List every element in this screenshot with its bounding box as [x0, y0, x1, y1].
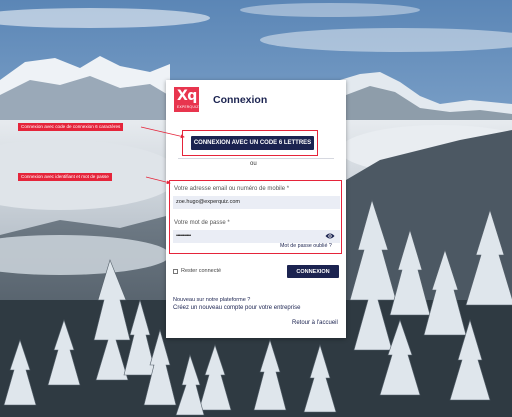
- code-annotation-label: Connexion avec code de connexion 6 carac…: [18, 123, 124, 131]
- logo-subtext: EXPERQUIZ: [177, 105, 199, 109]
- credentials-highlight: [169, 180, 342, 254]
- create-account-link[interactable]: Créez un nouveau compte pour votre entre…: [173, 305, 300, 311]
- login-button[interactable]: CONNEXION: [287, 265, 339, 278]
- remember-me-checkbox[interactable]: [173, 269, 178, 274]
- back-home-link[interactable]: Retour à l'accueil: [292, 320, 338, 326]
- experquiz-logo: Xq EXPERQUIZ: [174, 87, 199, 112]
- remember-me-label[interactable]: Rester connecté: [181, 268, 221, 274]
- new-platform-text: Nouveau sur notre plateforme ?: [173, 297, 251, 303]
- page-title: Connexion: [213, 94, 268, 106]
- or-separator: ou: [250, 161, 257, 167]
- divider: [178, 158, 334, 159]
- logo-text: Xq: [177, 88, 197, 104]
- code-login-highlight: [182, 130, 318, 156]
- credentials-annotation-label: Connexion avec identifiant et mot de pas…: [18, 173, 112, 181]
